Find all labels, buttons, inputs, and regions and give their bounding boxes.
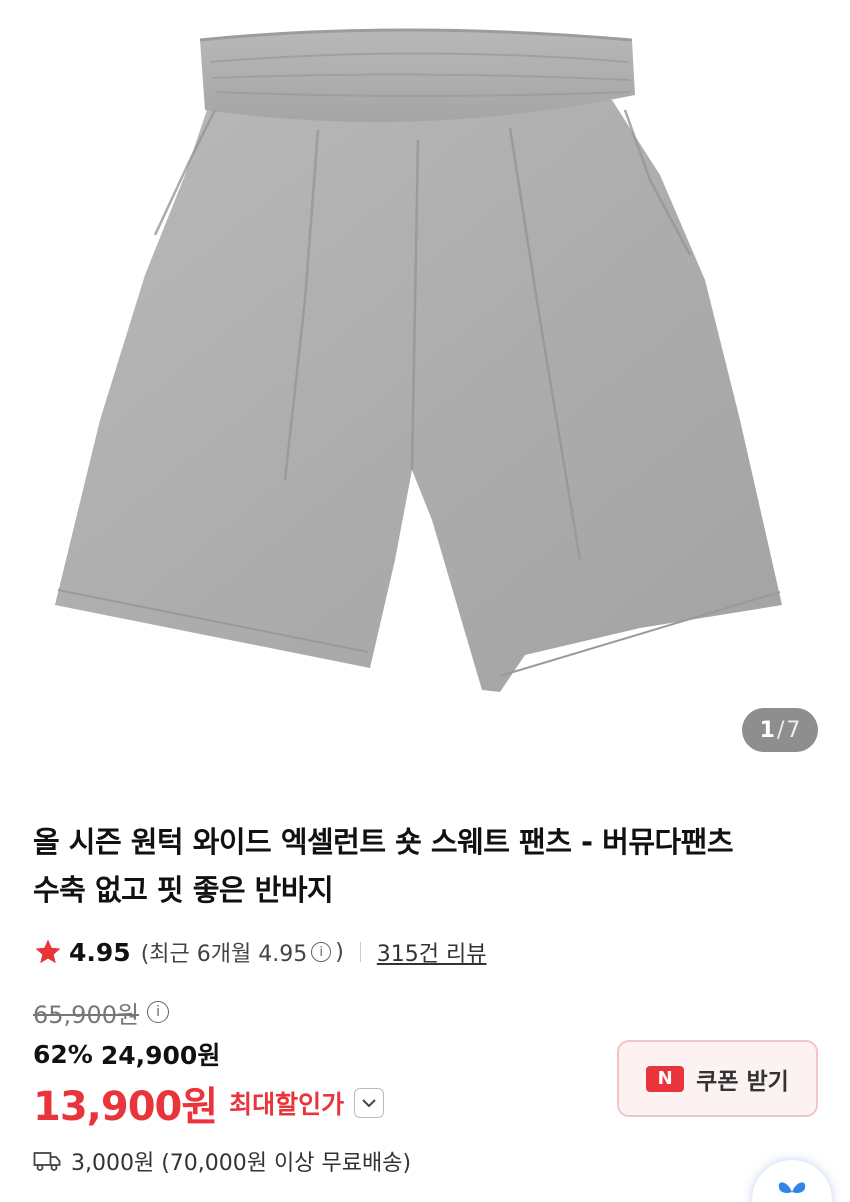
truck-icon	[33, 1152, 61, 1171]
recent-rating-close: )	[335, 939, 344, 965]
info-icon[interactable]: i	[311, 942, 332, 962]
product-image	[55, 28, 782, 692]
chevron-down-icon[interactable]	[354, 1088, 385, 1118]
star-icon	[35, 939, 61, 964]
image-counter-current: 1	[759, 717, 775, 743]
image-counter-separator: /	[776, 717, 785, 743]
divider	[359, 942, 361, 962]
best-price-label: 최대할인가	[229, 1090, 345, 1119]
sale-price-row: 62% 24,900원	[33, 1036, 220, 1072]
butterfly-icon	[778, 1182, 806, 1193]
original-price-value: 65,900원	[33, 1000, 140, 1029]
recent-rating: (최근 6개월 4.95	[140, 942, 308, 967]
rating-row: 4.95 (최근 6개월 4.95 i ) 315건 리뷰	[33, 932, 487, 972]
product-title-line2: 수축 없고 핏 좋은 반바지	[33, 873, 334, 907]
shipping-text: 3,000원 (70,000원 이상 무료배송)	[71, 1151, 412, 1176]
discount-percent: 62%	[33, 1039, 93, 1069]
image-counter: 1 / 7	[742, 708, 818, 752]
rating-score: 4.95	[69, 937, 131, 967]
product-title: 올 시즌 원턱 와이드 엑셀런트 숏 스웨트 팬츠 - 버뮤다팬츠 수축 없고 …	[33, 818, 813, 914]
get-coupon-button[interactable]: N 쿠폰 받기	[617, 1040, 818, 1117]
naver-n-icon: N	[646, 1065, 685, 1092]
sale-price: 24,900원	[100, 1041, 221, 1070]
reviews-link[interactable]: 315건 리뷰	[377, 936, 487, 968]
best-price-row: 13,900원 최대할인가	[33, 1078, 385, 1130]
image-counter-total: 7	[786, 717, 801, 743]
shipping-info: 3,000원 (70,000원 이상 무료배송)	[33, 1143, 411, 1179]
coupon-label: 쿠폰 받기	[696, 1068, 789, 1095]
price-info-icon[interactable]: i	[147, 1001, 170, 1023]
product-image-gallery[interactable]: 1 / 7	[0, 0, 850, 790]
original-price: 65,900원 i	[33, 995, 173, 1029]
floating-action-button[interactable]	[752, 1160, 832, 1202]
best-price: 13,900원	[33, 1084, 218, 1130]
product-title-line1: 올 시즌 원턱 와이드 엑셀런트 숏 스웨트 팬츠 - 버뮤다팬츠	[33, 825, 734, 859]
